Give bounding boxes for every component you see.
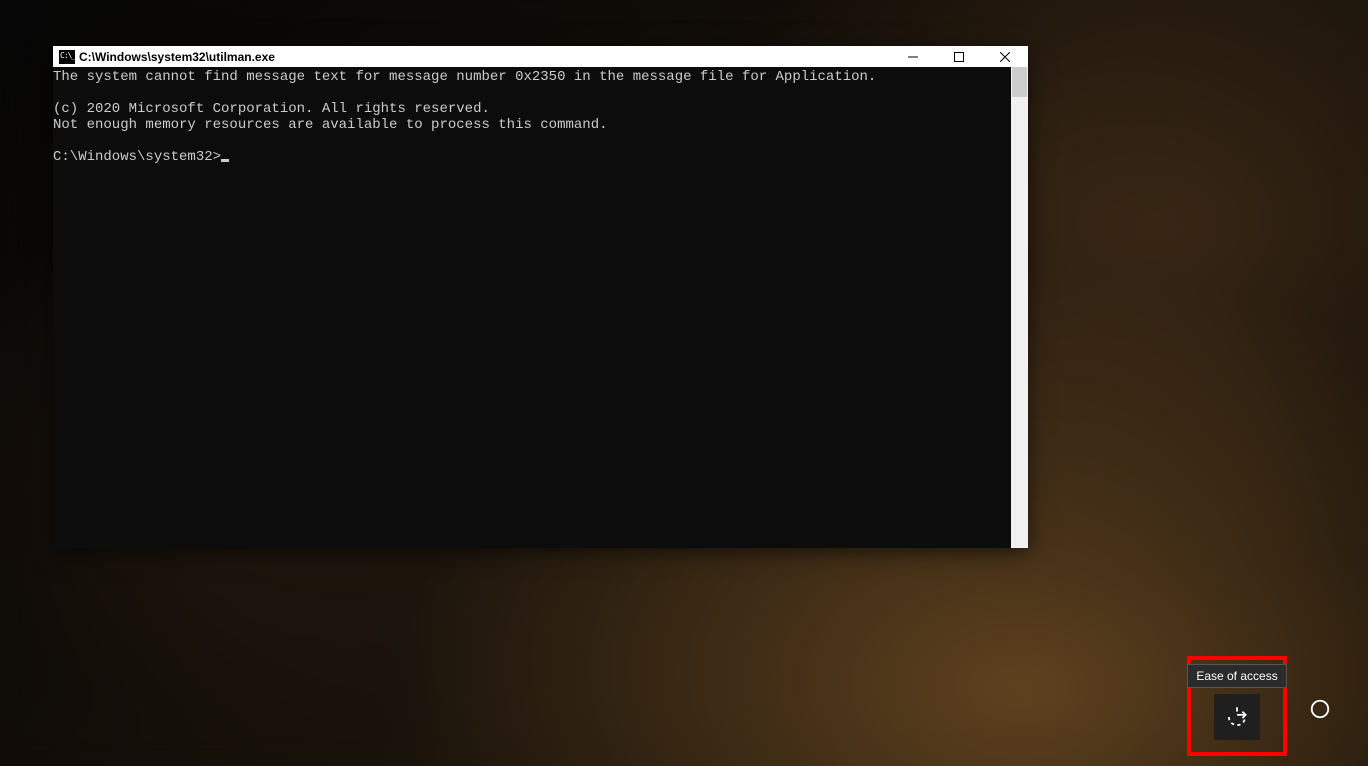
window-title: C:\Windows\system32\utilman.exe bbox=[79, 50, 275, 64]
scrollbar-thumb[interactable] bbox=[1012, 67, 1027, 97]
command-prompt-window: C:\Windows\system32\utilman.exe The syst… bbox=[53, 46, 1028, 548]
console-prompt: C:\Windows\system32> bbox=[53, 149, 221, 165]
maximize-button[interactable] bbox=[936, 46, 982, 67]
console-line: Not enough memory resources are availabl… bbox=[53, 117, 608, 133]
console-output[interactable]: The system cannot find message text for … bbox=[53, 67, 1011, 548]
minimize-button[interactable] bbox=[890, 46, 936, 67]
console-line: (c) 2020 Microsoft Corporation. All righ… bbox=[53, 101, 490, 117]
text-cursor bbox=[221, 159, 229, 162]
lockscreen-background: C:\Windows\system32\utilman.exe The syst… bbox=[0, 0, 1368, 766]
vertical-scrollbar[interactable] bbox=[1011, 67, 1028, 548]
annotation-highlight: Ease of access bbox=[1187, 656, 1287, 756]
console-line: The system cannot find message text for … bbox=[53, 69, 876, 85]
login-corner-controls: Ease of access bbox=[1187, 656, 1343, 756]
window-titlebar[interactable]: C:\Windows\system32\utilman.exe bbox=[53, 46, 1028, 67]
close-button[interactable] bbox=[982, 46, 1028, 67]
window-client-area: The system cannot find message text for … bbox=[53, 67, 1028, 548]
ease-of-access-button[interactable] bbox=[1214, 694, 1260, 740]
power-button[interactable] bbox=[1297, 686, 1343, 732]
ease-of-access-tooltip: Ease of access bbox=[1187, 664, 1286, 688]
cmd-icon bbox=[59, 50, 75, 64]
